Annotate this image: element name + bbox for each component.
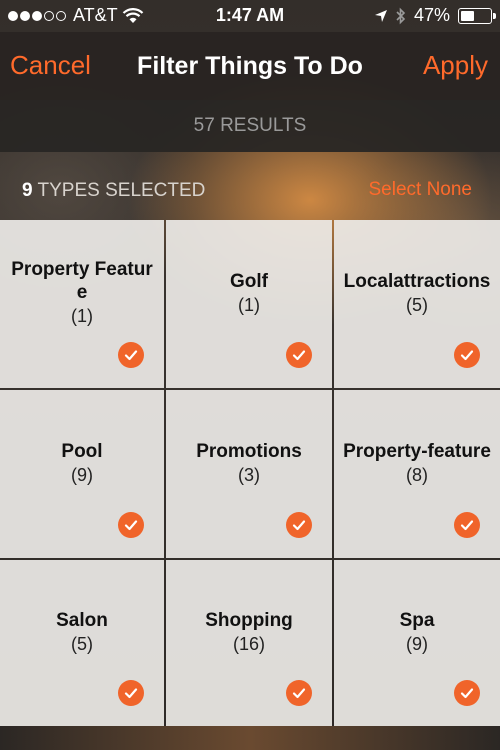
checkmark-icon	[286, 680, 312, 706]
type-filter-grid: Property Feature (1) Golf (1) Localattra…	[0, 220, 500, 726]
checkmark-icon	[286, 342, 312, 368]
navigation-bar: Cancel Filter Things To Do Apply	[0, 32, 500, 100]
filter-tile-pool[interactable]: Pool (9)	[0, 390, 164, 558]
tile-name: Localattractions	[343, 270, 491, 292]
results-count: 57 RESULTS	[0, 100, 500, 152]
filter-tile-salon[interactable]: Salon (5)	[0, 560, 164, 726]
checkmark-icon	[454, 680, 480, 706]
tile-count: (8)	[406, 464, 428, 485]
filter-tile-spa[interactable]: Spa (9)	[334, 560, 500, 726]
filter-tile-shopping[interactable]: Shopping (16)	[166, 560, 332, 726]
status-right: 47%	[374, 5, 496, 26]
types-selected-label: 9 TYPES SELECTED	[22, 180, 205, 202]
checkmark-icon	[454, 342, 480, 368]
tile-count: (9)	[406, 633, 428, 654]
tile-count: (9)	[71, 464, 93, 485]
filter-tile-property-feature-2[interactable]: Property-feature (8)	[334, 390, 500, 558]
tile-count: (5)	[71, 633, 93, 654]
battery-tip	[493, 12, 496, 19]
tile-name: Property Feature	[11, 259, 153, 303]
tile-count: (5)	[406, 294, 428, 315]
battery-level-fill	[461, 10, 474, 21]
filter-tile-localattractions[interactable]: Localattractions (5)	[334, 220, 500, 388]
tile-name: Spa	[399, 609, 435, 631]
status-bar: AT&T 1:47 AM 47%	[0, 0, 500, 32]
apply-button[interactable]: Apply	[423, 50, 488, 81]
location-arrow-icon	[374, 9, 387, 22]
tile-name: Property-feature	[343, 440, 491, 462]
checkmark-icon	[118, 680, 144, 706]
types-header: 9 TYPES SELECTED Select None	[0, 152, 500, 220]
filter-tile-golf[interactable]: Golf (1)	[166, 220, 332, 388]
tile-count: (1)	[238, 294, 260, 315]
filter-tile-property-feature[interactable]: Property Feature (1)	[0, 220, 164, 388]
tile-name: Salon	[56, 609, 108, 631]
tile-count: (3)	[238, 464, 260, 485]
tile-name: Pool	[61, 440, 103, 462]
types-selected-text: TYPES SELECTED	[37, 180, 206, 201]
checkmark-icon	[286, 512, 312, 538]
tile-count: (1)	[71, 306, 93, 326]
bluetooth-icon	[396, 7, 406, 24]
select-none-button[interactable]: Select None	[368, 179, 472, 201]
battery-icon	[458, 7, 496, 24]
tile-count: (16)	[232, 633, 265, 654]
types-selected-count: 9	[22, 180, 33, 201]
checkmark-icon	[118, 342, 144, 368]
tile-name: Golf	[230, 270, 268, 292]
checkmark-icon	[454, 512, 480, 538]
bottom-background-strip	[0, 726, 500, 750]
battery-percent: 47%	[413, 5, 450, 25]
filter-tile-promotions[interactable]: Promotions (3)	[166, 390, 332, 558]
tile-name: Promotions	[196, 440, 302, 462]
tile-name: Shopping	[205, 609, 293, 631]
checkmark-icon	[118, 512, 144, 538]
